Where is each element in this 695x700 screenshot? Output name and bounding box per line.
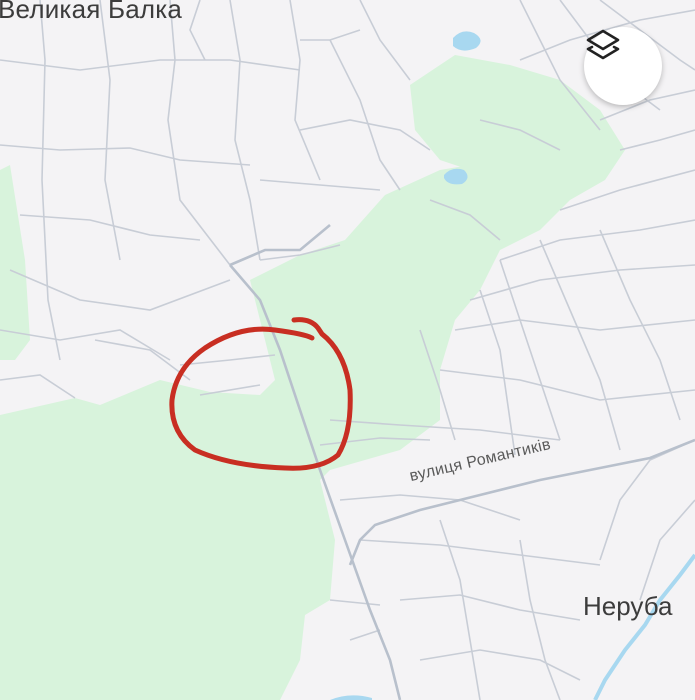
water-patch <box>330 695 372 700</box>
place-label-neruba: Неруба <box>583 591 673 621</box>
park-area-west <box>0 165 500 700</box>
layers-button[interactable] <box>584 27 662 105</box>
place-label-velykaya-balka: Великая Балка <box>0 0 183 24</box>
map-view[interactable]: Великая Балка Неруба вулиця Романтиків <box>0 0 695 700</box>
stream <box>593 553 695 700</box>
pond-north <box>453 31 481 51</box>
